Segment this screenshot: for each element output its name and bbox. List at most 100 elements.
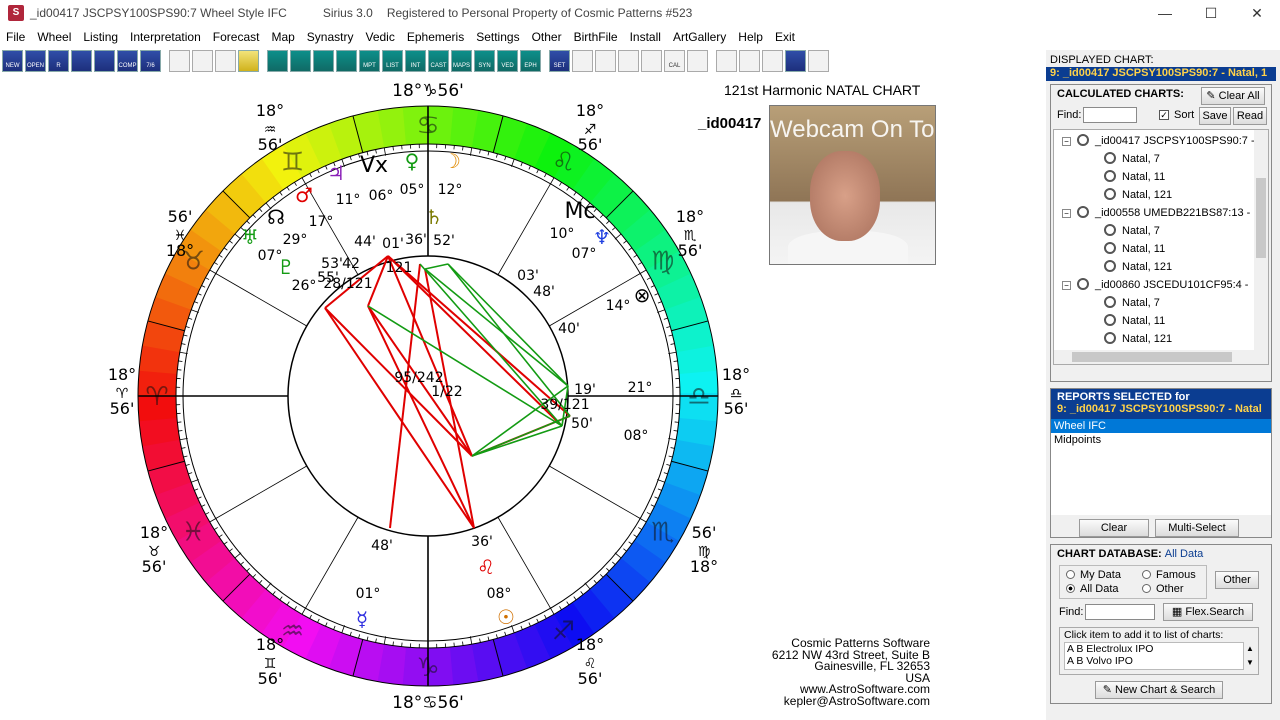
radio-famous[interactable]: Famous (1142, 569, 1196, 581)
menu-forecast[interactable]: Forecast (207, 30, 266, 44)
menu-exit[interactable]: Exit (769, 30, 801, 44)
radio-my-data[interactable]: My Data (1066, 569, 1121, 581)
menu-other[interactable]: Other (526, 30, 568, 44)
toolbar-button-2[interactable]: R (48, 50, 69, 72)
other-button[interactable]: Other (1215, 571, 1259, 589)
tree-child-item[interactable]: Natal, 7 (1104, 152, 1160, 165)
toolbar-button-0[interactable]: NEW (2, 50, 23, 72)
menu-interpretation[interactable]: Interpretation (124, 30, 207, 44)
db-find-input[interactable] (1085, 604, 1155, 620)
toolbar-button-5[interactable]: COMP (117, 50, 138, 72)
toolbar-button-17[interactable]: INT (405, 50, 426, 72)
calc-find-input[interactable] (1083, 107, 1137, 123)
clear-all-button[interactable]: ✎ Clear All (1201, 87, 1265, 105)
radio-other[interactable]: Other (1142, 583, 1184, 595)
toolbar-button-4[interactable] (94, 50, 115, 72)
tree-hscroll[interactable] (1054, 350, 1268, 364)
db-item[interactable]: A B Electrolux IPO (1065, 643, 1243, 655)
toolbar-button-6[interactable]: 7/6 (140, 50, 161, 72)
collapse-icon[interactable]: − (1062, 281, 1071, 290)
tree-parent-item[interactable]: − _id00417 JSCPSY100SPS90:7 - (1062, 134, 1255, 147)
clear-button[interactable]: Clear (1079, 519, 1149, 537)
toolbar-button-8[interactable] (192, 50, 213, 72)
toolbar-button-18[interactable]: CAST (428, 50, 449, 72)
report-item-midpoints[interactable]: Midpoints (1051, 433, 1271, 447)
toolbar-button-1[interactable]: OPEN (25, 50, 46, 72)
menu-listing[interactable]: Listing (77, 30, 124, 44)
webcam-overlay[interactable]: Webcam On To (769, 105, 936, 265)
cusp-minute: 56' (258, 135, 283, 154)
toolbar-button-7[interactable] (169, 50, 190, 72)
menu-artgallery[interactable]: ArtGallery (667, 30, 732, 44)
toolbar-button-27[interactable] (641, 50, 662, 72)
menu-vedic[interactable]: Vedic (359, 30, 400, 44)
tree-child-item[interactable]: Natal, 11 (1104, 170, 1165, 183)
toolbar-button-26[interactable] (618, 50, 639, 72)
menu-file[interactable]: File (0, 30, 31, 44)
menu-install[interactable]: Install (624, 30, 667, 44)
tree-vscroll[interactable] (1254, 130, 1268, 352)
menu-ephemeris[interactable]: Ephemeris (401, 30, 470, 44)
toolbar-button-21[interactable]: VED (497, 50, 518, 72)
toolbar-button-23[interactable]: SET (549, 50, 570, 72)
toolbar-button-9[interactable] (215, 50, 236, 72)
save-button[interactable]: Save (1199, 107, 1231, 125)
search-grid-icon: ▦ (1171, 606, 1186, 618)
tree-child-item[interactable]: Natal, 11 (1104, 314, 1165, 327)
toolbar-button-33[interactable] (785, 50, 806, 72)
minimize-icon[interactable]: — (1142, 0, 1188, 26)
read-button[interactable]: Read (1233, 107, 1267, 125)
collapse-icon[interactable]: − (1062, 137, 1071, 146)
tree-child-item[interactable]: Natal, 121 (1104, 188, 1172, 201)
chart-wheel-icon (1104, 242, 1116, 254)
db-list-scroll[interactable]: ▲ ▼ (1244, 642, 1256, 670)
toolbar-button-15[interactable]: MPT (359, 50, 380, 72)
toolbar-button-16[interactable]: LIST (382, 50, 403, 72)
maximize-icon[interactable]: ☐ (1188, 0, 1234, 26)
radio-all-data[interactable]: All Data (1066, 583, 1119, 595)
toolbar-button-19[interactable]: MAPS (451, 50, 472, 72)
close-icon[interactable]: ✕ (1234, 0, 1280, 26)
title-bar: S _id00417 JSCPSY100SPS90:7 Wheel Style … (0, 0, 1280, 26)
menu-synastry[interactable]: Synastry (301, 30, 360, 44)
tree-child-item[interactable]: Natal, 121 (1104, 260, 1172, 273)
toolbar-button-28[interactable]: CAL (664, 50, 685, 72)
toolbar-button-22[interactable]: EPH (520, 50, 541, 72)
tree-child-item[interactable]: Natal, 11 (1104, 242, 1165, 255)
tree-parent-item[interactable]: − _id00558 UMEDB221BS87:13 - (1062, 206, 1250, 219)
multi-select-button[interactable]: Multi-Select (1155, 519, 1239, 537)
tree-parent-item[interactable]: − _id00860 JSCEDU101CF95:4 - (1062, 278, 1248, 291)
tree-child-item[interactable]: Natal, 7 (1104, 296, 1160, 309)
menu-map[interactable]: Map (265, 30, 300, 44)
report-item-wheel-ifc[interactable]: Wheel IFC (1051, 419, 1271, 433)
toolbar-button-25[interactable] (595, 50, 616, 72)
toolbar-button-13[interactable] (313, 50, 334, 72)
toolbar-button-10[interactable] (238, 50, 259, 72)
reports-list[interactable]: Wheel IFC Midpoints (1051, 419, 1271, 515)
flex-search-button[interactable]: ▦ Flex.Search (1163, 603, 1253, 621)
database-list[interactable]: A B Electrolux IPO A B Volvo IPO (1064, 642, 1244, 670)
toolbar-button-14[interactable] (336, 50, 357, 72)
toolbar-button-32[interactable] (762, 50, 783, 72)
toolbar-button-11[interactable] (267, 50, 288, 72)
menu-help[interactable]: Help (732, 30, 769, 44)
toolbar-button-20[interactable]: SYN (474, 50, 495, 72)
toolbar-button-3[interactable] (71, 50, 92, 72)
planet-glyph: ♂ (295, 183, 313, 207)
toolbar-button-24[interactable] (572, 50, 593, 72)
menu-birthfile[interactable]: BirthFile (568, 30, 624, 44)
tree-child-item[interactable]: Natal, 7 (1104, 224, 1160, 237)
chart-tree[interactable]: − _id00417 JSCPSY100SPS90:7 - Natal, 7 Nata… (1053, 129, 1269, 365)
menu-settings[interactable]: Settings (470, 30, 525, 44)
collapse-icon[interactable]: − (1062, 209, 1071, 218)
menu-wheel[interactable]: Wheel (31, 30, 77, 44)
toolbar-button-30[interactable] (716, 50, 737, 72)
toolbar-button-34[interactable] (808, 50, 829, 72)
toolbar-button-29[interactable] (687, 50, 708, 72)
sort-checkbox[interactable]: ✓ (1159, 110, 1169, 120)
toolbar-button-31[interactable] (739, 50, 760, 72)
db-item[interactable]: A B Volvo IPO (1065, 655, 1243, 667)
new-chart-search-button[interactable]: ✎ New Chart & Search (1095, 681, 1223, 699)
tree-child-item[interactable]: Natal, 121 (1104, 332, 1172, 345)
toolbar-button-12[interactable] (290, 50, 311, 72)
